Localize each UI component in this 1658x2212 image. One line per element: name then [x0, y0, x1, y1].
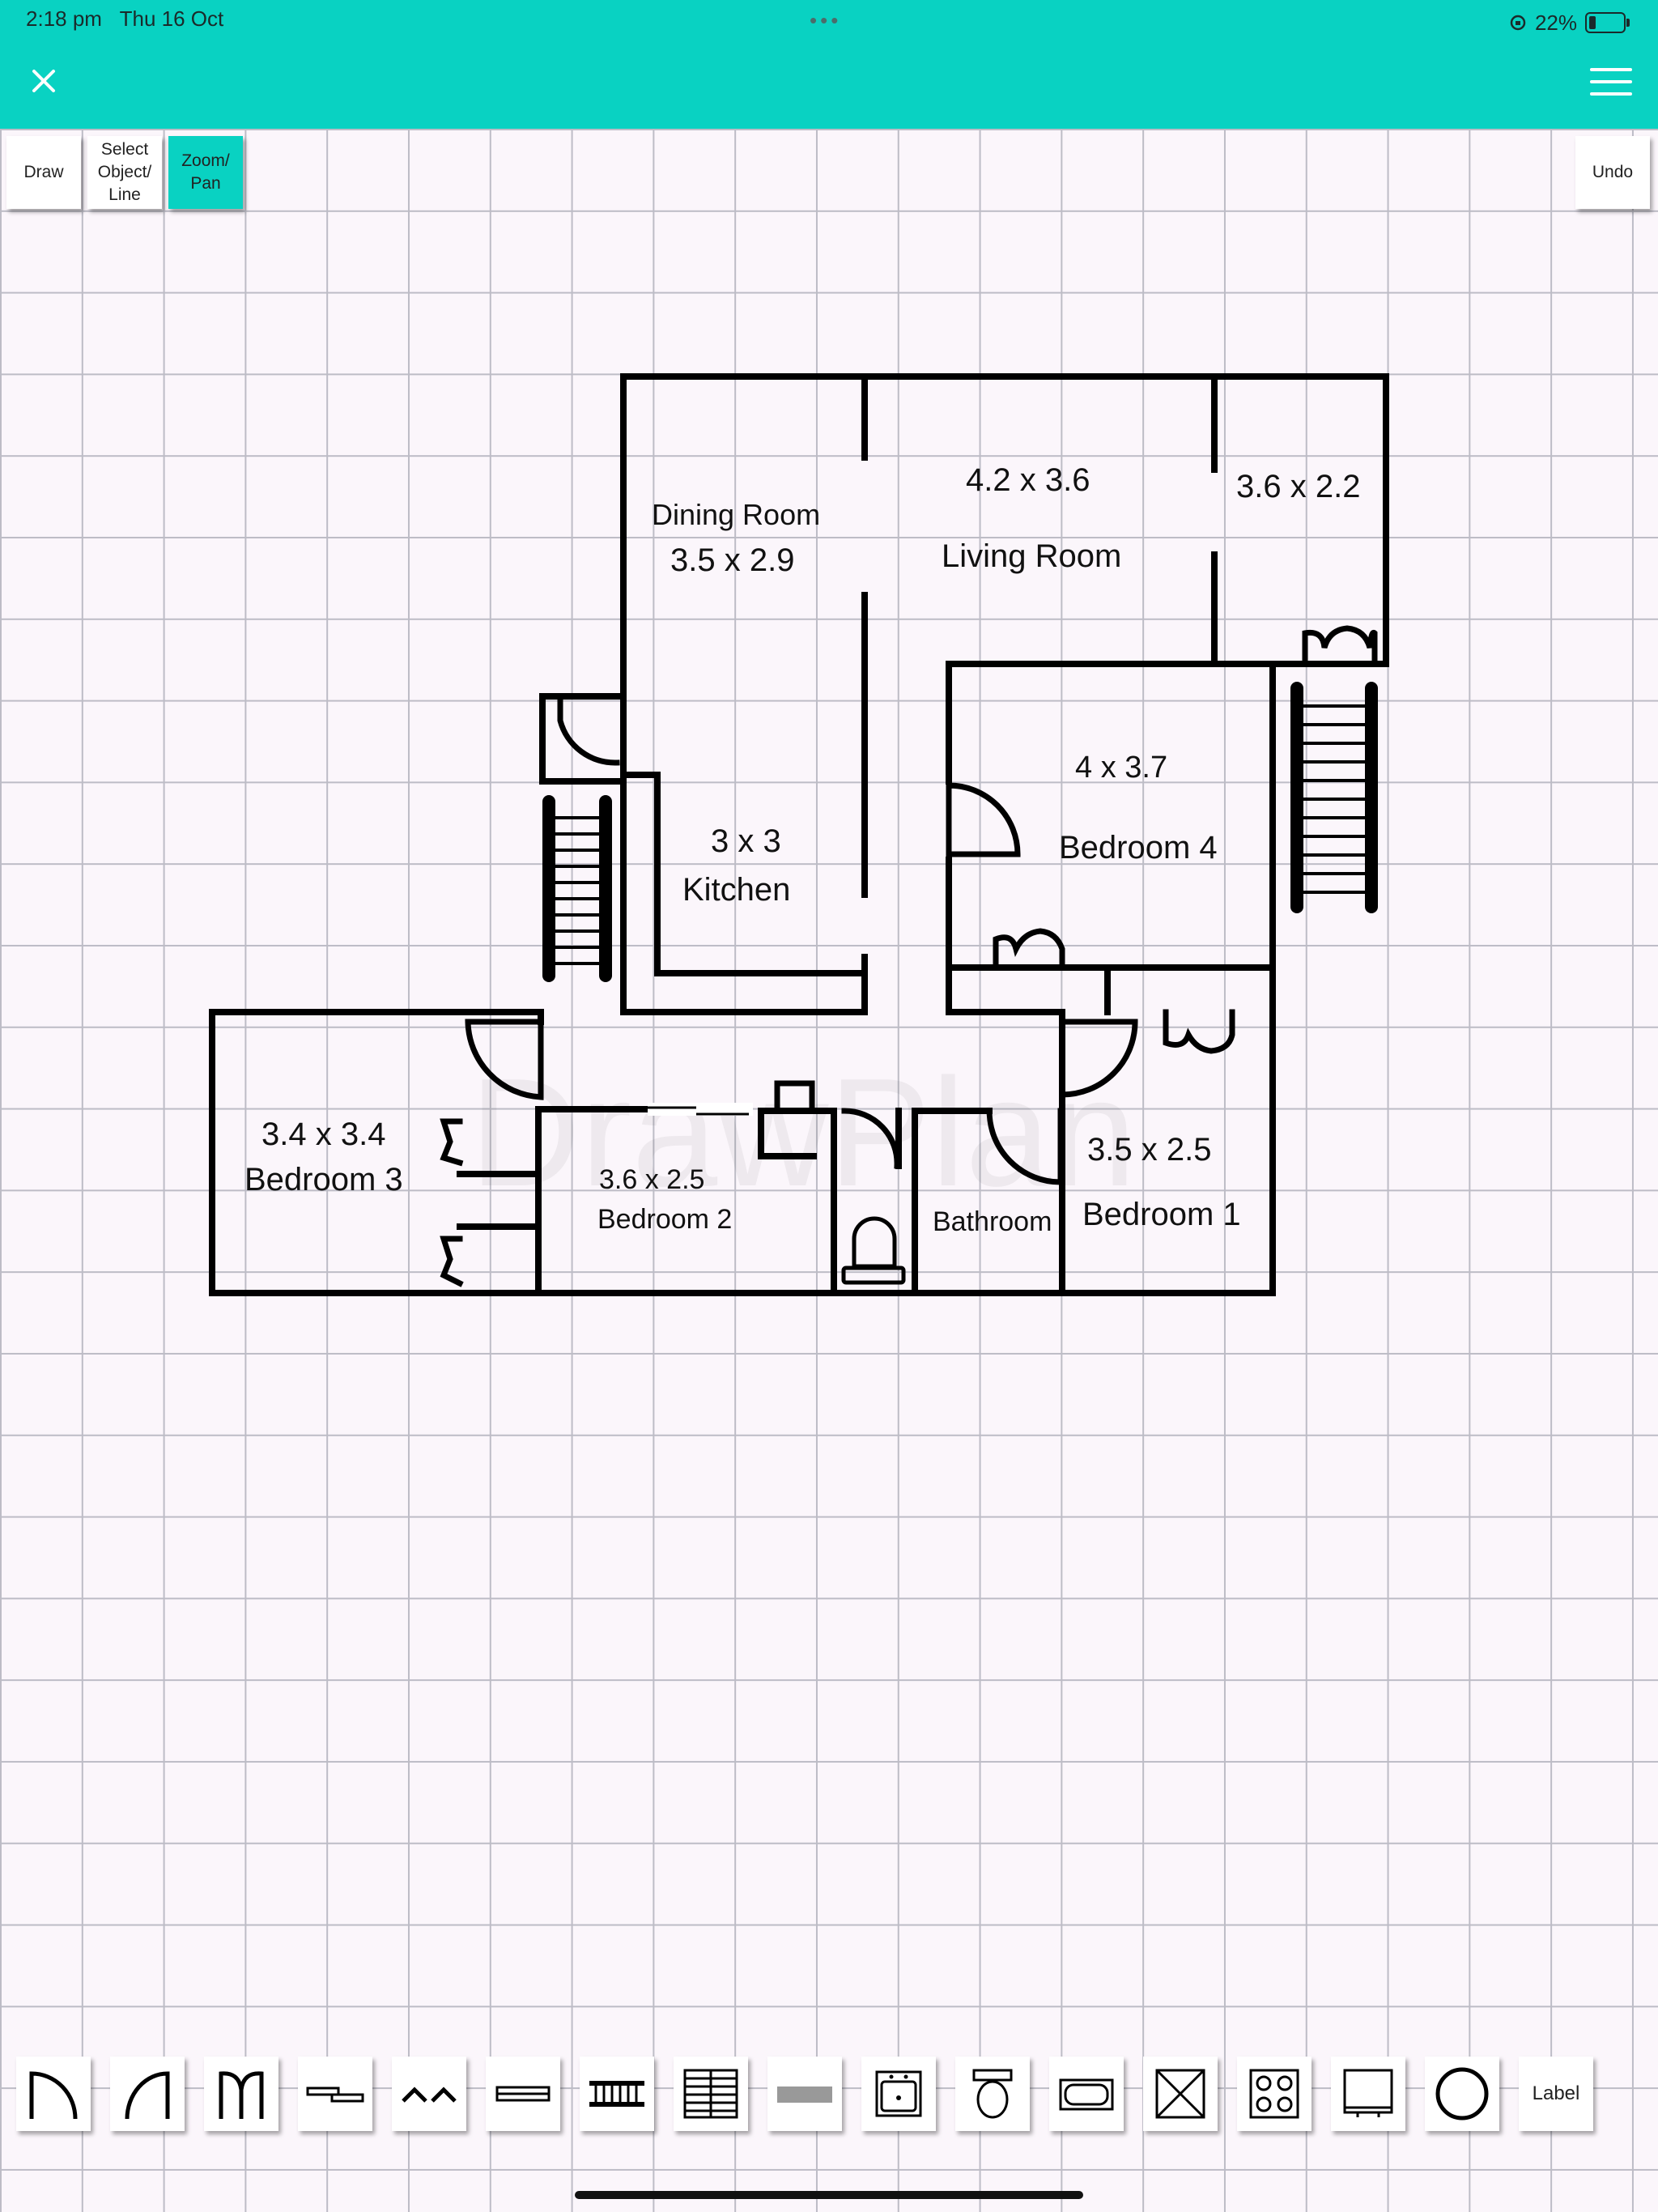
double-door-icon[interactable] [1302, 625, 1378, 667]
double-door-icon[interactable] [993, 928, 1065, 971]
bedroom4-name: Bedroom 4 [1059, 830, 1218, 866]
circle-icon[interactable] [1425, 2057, 1499, 2131]
door-icon[interactable] [465, 1019, 544, 1100]
wall-block-icon[interactable] [767, 2057, 842, 2131]
bedroom1-name: Bedroom 1 [1082, 1197, 1241, 1232]
bath-icon[interactable] [1049, 2057, 1124, 2131]
bedroom4-size: 4 x 3.7 [1075, 751, 1167, 785]
bedroom2-size: 3.6 x 2.5 [599, 1164, 704, 1195]
toilet-icon[interactable] [955, 2057, 1030, 2131]
bifold-door-icon[interactable] [392, 2057, 466, 2131]
dining-room-name: Dining Room [652, 498, 820, 531]
dining-room-size: 3.5 x 2.9 [670, 542, 794, 578]
door-icon[interactable] [557, 695, 620, 766]
shower-icon[interactable] [1143, 2057, 1218, 2131]
staircase-icon[interactable] [674, 2057, 748, 2131]
bifold-door-icon[interactable] [440, 1118, 464, 1167]
kitchen-name: Kitchen [682, 872, 790, 908]
stairs-icon[interactable] [1290, 682, 1378, 913]
door-icon[interactable] [841, 1108, 900, 1169]
fridge-icon[interactable] [1331, 2057, 1405, 2131]
entry-wall[interactable] [539, 693, 627, 785]
sliding-door-icon[interactable] [648, 1103, 753, 1116]
floor-plan[interactable]: Dining Room 3.5 x 2.9 4.2 x 3.6 Living R… [0, 0, 1658, 2212]
double-door-icon[interactable] [1163, 1009, 1235, 1054]
stove-icon[interactable] [1237, 2057, 1312, 2131]
living-room-name: Living Room [942, 538, 1121, 574]
half-door-icon[interactable] [110, 2057, 185, 2131]
sliding-door-icon[interactable] [298, 2057, 372, 2131]
double-door-icon[interactable] [204, 2057, 278, 2131]
toilet-icon[interactable] [841, 1216, 906, 1285]
bifold-door-icon[interactable] [440, 1236, 464, 1287]
stairs-icon[interactable] [580, 2057, 654, 2131]
sink-icon[interactable] [861, 2057, 936, 2131]
bedroom2-name: Bedroom 2 [597, 1204, 732, 1235]
door-icon[interactable] [16, 2057, 91, 2131]
kitchen-size: 3 x 3 [711, 823, 781, 859]
label-tool-label: Label [1532, 2082, 1580, 2104]
stairs-icon[interactable] [542, 795, 612, 982]
living-room-size: 4.2 x 3.6 [966, 462, 1090, 498]
door-icon[interactable] [986, 1108, 1064, 1185]
extra-room-size: 3.6 x 2.2 [1236, 469, 1360, 504]
bedroom1-size: 3.5 x 2.5 [1087, 1132, 1211, 1168]
door-icon[interactable] [946, 778, 1021, 863]
window-icon[interactable] [486, 2057, 560, 2131]
wall[interactable] [758, 1108, 817, 1159]
door-icon[interactable] [774, 1080, 815, 1114]
bedroom3-name: Bedroom 3 [244, 1162, 403, 1197]
label-tool-button[interactable]: Label [1519, 2057, 1593, 2131]
door-icon[interactable] [1059, 1019, 1138, 1098]
bathroom-name: Bathroom [933, 1206, 1052, 1237]
bedroom3-size: 3.4 x 3.4 [261, 1117, 385, 1152]
home-indicator[interactable] [575, 2191, 1083, 2199]
